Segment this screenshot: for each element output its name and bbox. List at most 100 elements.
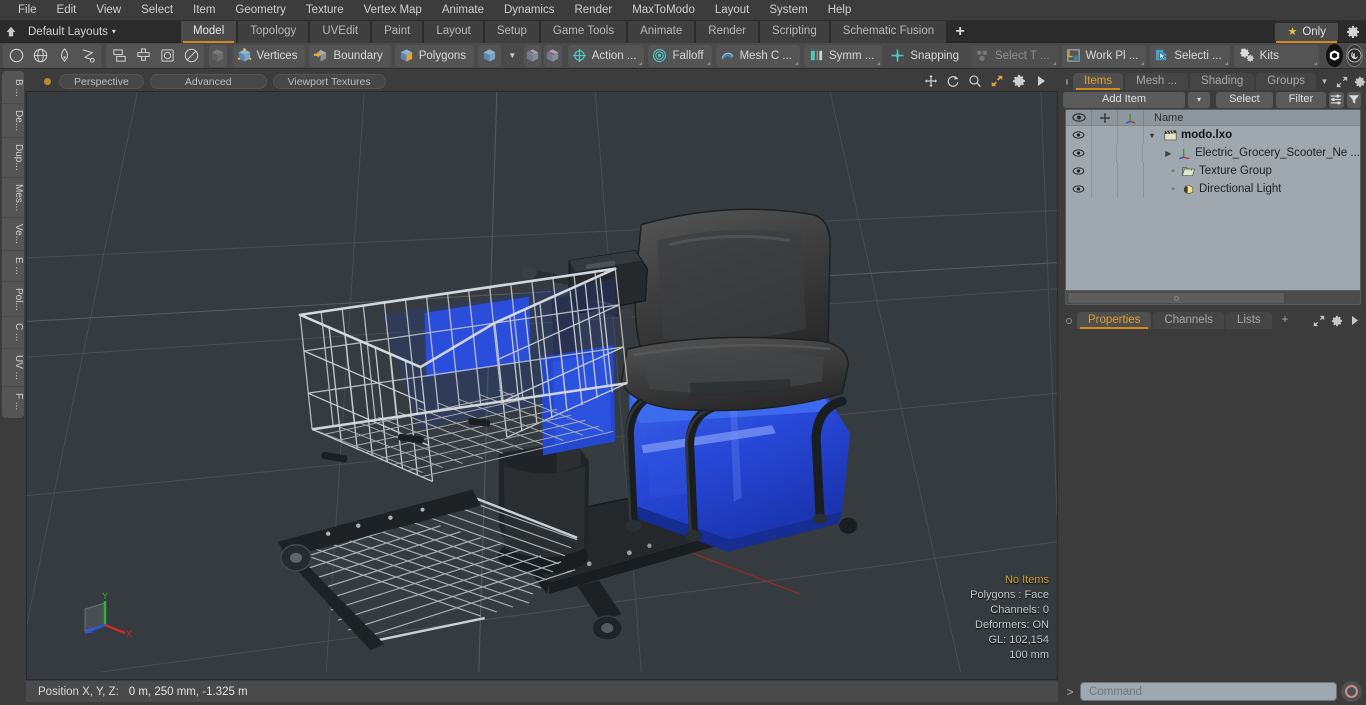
play-arrow-icon[interactable] [1033,74,1048,89]
cross-grid-icon[interactable] [131,45,155,67]
layout-tab-scripting[interactable]: Scripting [758,20,830,43]
menu-maxtomodo[interactable]: MaxToModo [622,0,705,21]
row-visibility-eye-icon[interactable] [1066,162,1092,180]
expand-icon[interactable] [1336,75,1349,88]
menu-select[interactable]: Select [131,0,183,21]
vertical-tool-8[interactable]: UV ... [2,349,24,387]
vertical-tool-1[interactable]: De... [2,104,24,138]
tab-shading[interactable]: Shading [1190,73,1255,90]
tab-lists[interactable]: Lists [1226,312,1272,329]
substance-icon[interactable] [1325,44,1343,67]
snap-edge-icon[interactable] [544,44,562,67]
menu-texture[interactable]: Texture [296,0,354,21]
item-list-row-name[interactable]: ▪ Directional Light [1144,183,1281,195]
menu-vertex-map[interactable]: Vertex Map [354,0,432,21]
funnel-icon[interactable] [1346,91,1361,108]
layout-tab-topology[interactable]: Topology [237,20,310,43]
item-list-row[interactable]: ▾ modo.lxo [1066,126,1360,144]
chevron-down-icon[interactable]: ▼ [505,45,520,67]
add-item-dropdown[interactable]: ▾ [1188,91,1211,108]
tab-groups[interactable]: Groups [1256,73,1316,90]
layout-tab-animate[interactable]: Animate [627,20,696,43]
play-arrow-icon[interactable] [1348,314,1361,327]
add-item-button[interactable]: Add Item [1063,91,1185,108]
square-circle-icon[interactable] [155,45,179,67]
symmetry-button[interactable]: Symm ... [804,44,883,67]
layout-tab-paint[interactable]: Paint [371,20,424,43]
layout-tab-game-tools[interactable]: Game Tools [539,20,628,43]
3d-viewport[interactable]: Y X Z No Items Polygons : Face Channels: 0… [26,91,1058,680]
pan-icon[interactable] [923,74,938,89]
menu-edit[interactable]: Edit [47,0,87,21]
globe-icon[interactable] [28,45,52,67]
command-input[interactable] [1080,682,1337,701]
row-visibility-eye-icon[interactable] [1066,126,1092,144]
curve-icon[interactable] [76,45,100,67]
menu-render[interactable]: Render [564,0,622,21]
ellipse-icon[interactable] [179,45,203,67]
gear-icon[interactable] [1354,75,1366,88]
kits-button[interactable]: Kits [1233,44,1319,67]
gear-icon[interactable] [1011,74,1026,89]
item-list-row[interactable]: ▪ Directional Light [1066,180,1360,198]
menu-layout[interactable]: Layout [705,0,760,21]
selection-mode-dropdown[interactable] [478,44,502,67]
menu-system[interactable]: System [759,0,817,21]
vertical-tool-2[interactable]: Dup... [2,138,24,178]
record-icon[interactable] [1341,681,1362,702]
gear-icon[interactable] [1330,314,1343,327]
select-through-button[interactable]: Select T ... [970,44,1058,67]
action-center-button[interactable]: Action ... [567,44,645,67]
expand-icon[interactable] [1312,314,1325,327]
gear-icon[interactable] [1344,23,1362,41]
viewport-projection-selector[interactable]: Perspective [59,73,144,89]
unreal-icon[interactable] [1345,44,1364,67]
filter-button[interactable]: Filter [1275,91,1327,108]
selection-mode-boundary[interactable]: Boundary [309,44,391,67]
tab-items[interactable]: Items [1073,73,1124,90]
vertical-tool-5[interactable]: E ... [2,251,24,282]
item-list-row[interactable]: ▪ Texture Group [1066,162,1360,180]
rotate-icon[interactable] [945,74,960,89]
cube-gray-icon[interactable] [209,44,227,67]
layout-tab-layout[interactable]: Layout [423,20,484,43]
layout-tab-uvedit[interactable]: UVEdit [309,20,372,43]
viewport-textures-selector[interactable]: Viewport Textures [272,73,386,89]
menu-geometry[interactable]: Geometry [225,0,296,21]
item-list-row-name[interactable]: ▶ Electric_Grocery_Scooter_Ne ... [1143,147,1360,159]
row-visibility-eye-icon[interactable] [1066,180,1092,198]
layout-selector[interactable]: Default Layouts ▾ [22,26,124,38]
menu-animate[interactable]: Animate [432,0,494,21]
selection-mode-polygons[interactable]: Polygons [394,44,475,67]
tab-mesh-ops[interactable]: Mesh ... [1125,73,1189,90]
tree-expand-arrow[interactable]: ▾ [1150,131,1160,140]
selection-sets-button[interactable]: Selecti ... [1150,44,1230,67]
viewport-shading-selector[interactable]: Advanced [149,73,267,89]
item-list-row[interactable]: ▶ Electric_Grocery_Scooter_Ne ... [1066,144,1360,162]
item-list[interactable]: Name ▾ modo.lxo ▶ Electric_Grocery_Scooter_… [1065,109,1361,305]
item-list-row-name[interactable]: ▾ modo.lxo [1144,129,1232,141]
panel-menu-dot[interactable] [1066,318,1072,324]
item-list-row-name[interactable]: ▪ Texture Group [1144,165,1272,177]
layout-tab-model[interactable]: Model [179,20,238,43]
menu-help[interactable]: Help [818,0,862,21]
vertical-tool-0[interactable]: B ... [2,73,24,104]
menu-file[interactable]: File [8,0,47,21]
mesh-constraint-button[interactable]: Mesh C ... [715,44,800,67]
home-icon[interactable] [0,21,22,43]
vertical-tool-3[interactable]: Mes... [2,178,24,218]
fit-icon[interactable] [989,74,1004,89]
pen-icon[interactable] [52,45,76,67]
tab-channels[interactable]: Channels [1153,312,1225,329]
snapping-button[interactable]: Snapping [886,45,967,67]
axis-icon[interactable] [1118,110,1144,126]
layout-tab-schematic-fusion[interactable]: Schematic Fusion [829,20,948,43]
select-button[interactable]: Select [1216,91,1273,108]
circle-icon[interactable] [4,45,28,67]
layout-tab-setup[interactable]: Setup [483,20,540,43]
menu-view[interactable]: View [86,0,131,21]
panel-menu-dot[interactable] [1066,79,1068,85]
eye-icon[interactable] [1066,110,1092,126]
only-toggle-button[interactable]: ★ Only [1275,22,1338,43]
add-properties-tab-button[interactable]: + [1274,312,1297,329]
